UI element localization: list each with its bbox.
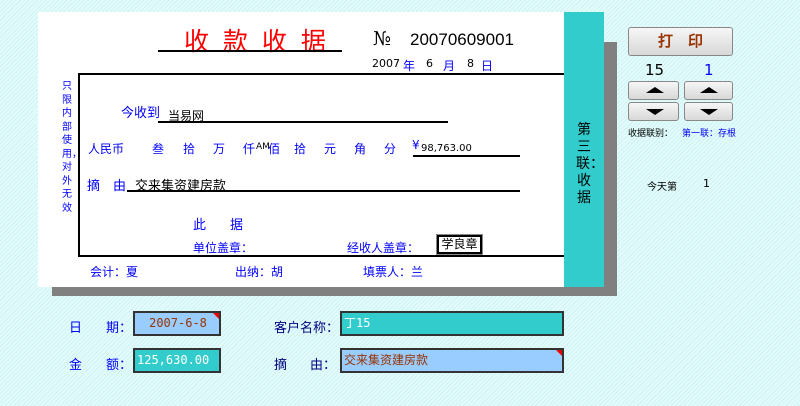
cashier: 出纳：胡 [235,265,284,279]
counter-right: 1 [704,61,714,79]
handler-seal: 学良章 [436,234,483,255]
date-month: 6 [426,57,433,70]
paper-shadow-bottom [52,287,617,296]
side-note: 只限内部使用，对外无效 [62,81,82,214]
arrow-down-icon [646,109,664,115]
left-up-button[interactable] [628,81,679,100]
reason-label: 由 [113,179,127,194]
unit-seal-label: 单位盖章： [193,241,254,255]
filler: 填票人：兰 [363,265,424,279]
copy-type-label: 收据联别： [628,129,674,139]
customer-label: 客户名称： [274,321,340,336]
comment-marker [213,313,219,319]
copy-label: 第三联：收据 [576,122,604,206]
amount-value: 98,763.00 [421,143,472,154]
digit-label: 叁 [152,142,165,156]
arrow-down-icon [700,109,718,115]
customer-value: 丁15 [344,316,371,330]
date-label: 期： [106,321,133,336]
reason-form-label: 摘 [274,358,288,373]
receipt-number: 20070609001 [410,30,515,49]
reason-form-label: 由： [310,358,337,373]
date-label: 日 [69,321,83,336]
counter-left: 15 [645,61,665,79]
ju-label: 据 [230,218,244,233]
right-down-button[interactable] [684,102,733,121]
amount-label: 金 [69,358,83,373]
amount-field-value: 125,630.00 [137,353,210,367]
date-month-label: 月 [443,59,456,73]
rmb-label: 人民币 [88,142,125,156]
left-down-button[interactable] [628,102,679,121]
ci-label: 此 [193,218,207,233]
receipt-box [78,73,564,257]
digit-label: 元 [324,142,337,156]
date-day-label: 日 [481,59,494,73]
digit-label: 分 [384,142,397,156]
digit-label: 佰 [268,142,281,156]
date-year: 2007 [372,57,400,70]
reason-field[interactable]: 交来集资建房款 [340,348,564,373]
copy-type-value: 第一联：存根 [682,129,737,139]
amount-underline [413,155,520,157]
date-year-label: 年 [403,59,416,73]
title-underline [158,50,342,52]
digit-label: 拾 [294,142,307,156]
reason-underline [127,190,520,192]
received-from-label: 今收到 [121,106,161,121]
receipt-title: 收 款 收 据 [184,27,329,56]
handler-seal-label: 经收人盖章： [347,241,420,255]
date-value: 2007-6-8 [149,316,207,330]
today-label: 今天第 [647,182,677,193]
amount-field[interactable]: 125,630.00 [133,348,221,373]
print-button[interactable]: 打 印 [628,27,733,56]
digit-label: 角 [354,142,367,156]
arrow-up-icon [700,87,718,93]
no-label: № [373,28,391,50]
right-up-button[interactable] [684,81,733,100]
comment-marker [556,350,562,356]
date-day: 8 [467,57,474,70]
reason-field-value: 交来集资建房款 [344,353,429,367]
customer-field[interactable]: 丁15 [340,311,564,336]
accountant: 会计：夏 [90,265,139,279]
digit-label: 仟 [243,142,256,156]
arrow-up-icon [646,87,664,93]
digit-label: 万 [213,142,226,156]
yen-sign: ¥ [412,138,420,152]
received-underline [158,121,448,123]
reason-label: 摘 [87,179,101,194]
digit-label: 拾 [183,142,196,156]
today-count: 1 [703,177,710,190]
date-field[interactable]: 2007-6-8 [133,311,221,336]
amount-label: 额： [106,358,133,373]
